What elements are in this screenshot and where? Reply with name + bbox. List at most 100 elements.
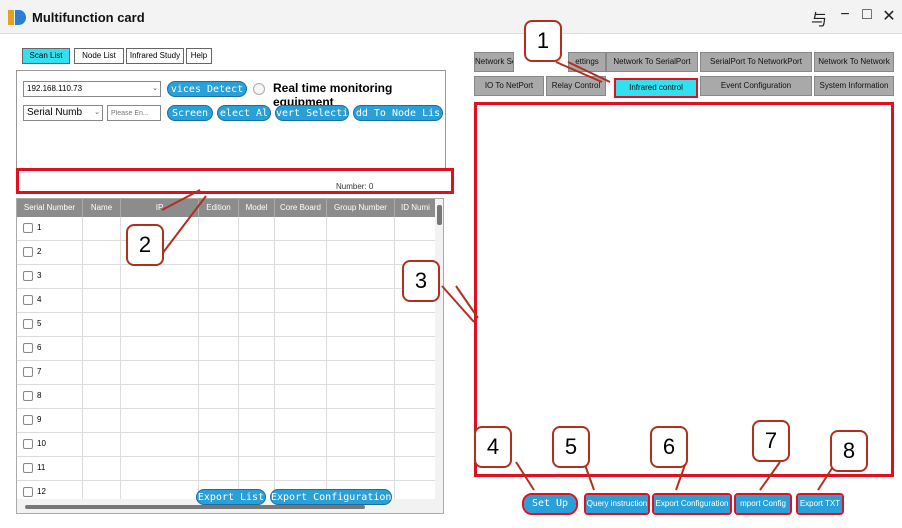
row-serial-number: 12 <box>37 487 46 496</box>
row-checkbox[interactable] <box>23 439 33 449</box>
cell-divider <box>82 289 83 313</box>
table-row[interactable]: 3 <box>17 265 437 289</box>
cell-divider <box>82 361 83 385</box>
cell-divider <box>274 241 275 265</box>
ip-select[interactable]: 192.168.110.73 ⌄ <box>23 81 161 97</box>
row-checkbox[interactable] <box>23 247 33 257</box>
cell-divider <box>82 313 83 337</box>
cell-divider <box>198 289 199 313</box>
tab-event-configuration[interactable]: Event Configuration <box>700 76 812 96</box>
export-txt-button[interactable]: Export TXT <box>796 493 844 515</box>
cell-divider <box>198 241 199 265</box>
tab-serialport-to-networkport[interactable]: SerialPort To NetworkPort <box>700 52 812 72</box>
tab-system-information[interactable]: System Information <box>814 76 894 96</box>
row-checkbox[interactable] <box>23 343 33 353</box>
row-checkbox[interactable] <box>23 487 33 497</box>
devices-detect-button[interactable]: vices Detect <box>167 81 247 97</box>
col-serial-number[interactable]: Serial Number <box>17 199 83 217</box>
row-checkbox[interactable] <box>23 223 33 233</box>
tab-network-settings[interactable]: Network Se <box>474 52 514 72</box>
tab-help[interactable]: Help <box>186 48 212 64</box>
cell-divider <box>120 361 121 385</box>
col-model[interactable]: Model <box>239 199 275 217</box>
row-checkbox[interactable] <box>23 367 33 377</box>
device-table: Serial Number Name IP Edition Model Core… <box>16 198 444 514</box>
cell-divider <box>238 337 239 361</box>
ip-select-value: 192.168.110.73 <box>27 84 83 93</box>
cell-divider <box>82 409 83 433</box>
tab-infrared-study[interactable]: Infrared Study <box>126 48 184 64</box>
table-row[interactable]: 6 <box>17 337 437 361</box>
table-row[interactable]: 9 <box>17 409 437 433</box>
import-config-button[interactable]: mport Config <box>734 493 792 515</box>
row-checkbox[interactable] <box>23 415 33 425</box>
tab-scan-list[interactable]: Scan List <box>22 48 70 64</box>
minimize-button[interactable]: − <box>834 6 856 24</box>
vertical-scrollbar[interactable] <box>435 199 443 499</box>
select-all-button[interactable]: elect Al <box>217 105 271 121</box>
table-row[interactable]: 5 <box>17 313 437 337</box>
filter-input[interactable] <box>107 105 161 121</box>
scan-group: 192.168.110.73 ⌄ vices Detect Real time … <box>16 70 446 170</box>
cell-divider <box>274 265 275 289</box>
cell-divider <box>394 241 395 265</box>
realtime-radio[interactable] <box>253 83 265 95</box>
cell-divider <box>326 337 327 361</box>
tab-network-to-network[interactable]: Network To Network <box>814 52 894 72</box>
col-name[interactable]: Name <box>83 199 121 217</box>
col-id-number[interactable]: ID Numi <box>395 199 437 217</box>
maximize-button[interactable]: □ <box>856 6 878 24</box>
row-checkbox[interactable] <box>23 271 33 281</box>
tab-io-to-netport[interactable]: IO To NetPort <box>474 76 544 96</box>
col-group-number[interactable]: Group Number <box>327 199 395 217</box>
cell-divider <box>120 289 121 313</box>
cell-divider <box>326 433 327 457</box>
table-row[interactable]: 1 <box>17 217 437 241</box>
callout-1: 1 <box>524 20 562 62</box>
tab-relay-control[interactable]: Relay Control <box>546 76 606 96</box>
tab-settings[interactable]: ettings <box>568 52 606 72</box>
set-up-button[interactable]: Set Up <box>522 493 578 515</box>
row-checkbox[interactable] <box>23 319 33 329</box>
cell-divider <box>120 265 121 289</box>
export-configuration-button[interactable]: Export Configuration <box>270 489 392 505</box>
row-checkbox[interactable] <box>23 391 33 401</box>
row-checkbox[interactable] <box>23 463 33 473</box>
table-row[interactable]: 4 <box>17 289 437 313</box>
table-row[interactable]: 2 <box>17 241 437 265</box>
cell-divider <box>238 409 239 433</box>
col-ip[interactable]: IP <box>121 199 199 217</box>
cell-divider <box>326 457 327 481</box>
screen-button[interactable]: Screen <box>167 105 213 121</box>
export-configuration-right-button[interactable]: Export Configuration <box>652 493 732 515</box>
tab-network-to-serialport[interactable]: Network To SerialPort <box>606 52 698 72</box>
col-core-board[interactable]: Core Board <box>275 199 327 217</box>
scroll-thumb[interactable] <box>25 505 365 509</box>
tab-node-list[interactable]: Node List <box>74 48 124 64</box>
table-row[interactable]: 10 <box>17 433 437 457</box>
col-edition[interactable]: Edition <box>199 199 239 217</box>
title-bar: Multifunction card 与 − □ ✕ <box>0 0 902 34</box>
callout-7: 7 <box>752 420 790 462</box>
row-serial-number: 4 <box>37 295 42 304</box>
add-to-node-list-button[interactable]: dd To Node Lis <box>353 105 443 121</box>
filter-field-value: Serial Numb <box>27 107 83 118</box>
invert-selection-button[interactable]: vert Selecti <box>275 105 349 121</box>
cell-divider <box>274 337 275 361</box>
scroll-thumb[interactable] <box>437 205 442 225</box>
cell-divider <box>326 313 327 337</box>
tab-infrared-control[interactable]: Infrared control <box>614 78 698 98</box>
table-row[interactable]: 7 <box>17 361 437 385</box>
cell-divider <box>198 337 199 361</box>
query-instruction-button[interactable]: Query instruction <box>584 493 650 515</box>
row-checkbox[interactable] <box>23 295 33 305</box>
export-list-button[interactable]: Export List <box>196 489 266 505</box>
pin-icon[interactable]: 与 <box>808 6 830 30</box>
close-button[interactable]: ✕ <box>878 6 900 26</box>
cell-divider <box>238 361 239 385</box>
infrared-content-panel <box>474 102 894 477</box>
table-row[interactable]: 11 <box>17 457 437 481</box>
cell-divider <box>198 217 199 241</box>
table-row[interactable]: 8 <box>17 385 437 409</box>
filter-field-select[interactable]: Serial Numb ⌄ <box>23 105 103 121</box>
